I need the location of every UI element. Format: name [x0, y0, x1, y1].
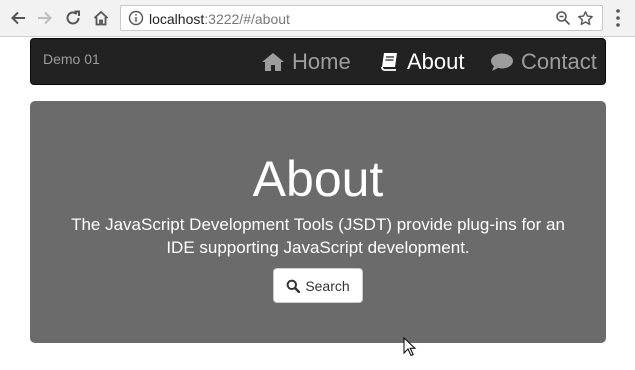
back-arrow-icon[interactable] [6, 6, 30, 30]
browser-toolbar: localhost:3222/#/about [0, 0, 635, 37]
lead-text: The JavaScript Development Tools (JSDT) … [71, 215, 565, 257]
nav-item-label: About [407, 49, 465, 74]
reload-icon[interactable] [61, 6, 85, 30]
nav-item-label: Contact [521, 49, 597, 74]
url-host: localhost [149, 11, 205, 27]
search-button-label: Search [305, 277, 350, 294]
nav-item-home[interactable]: Home [261, 48, 351, 76]
address-bar[interactable]: localhost:3222/#/about [120, 5, 603, 31]
kebab-menu-icon[interactable] [611, 7, 625, 29]
comment-icon [490, 52, 514, 72]
url-text[interactable]: localhost:3222/#/about [149, 11, 290, 27]
url-path: :3222/#/about [204, 11, 290, 27]
forward-arrow-icon[interactable] [33, 6, 57, 30]
mouse-cursor-icon [403, 336, 417, 362]
home-icon[interactable] [89, 6, 113, 30]
navbar-brand[interactable]: Demo 01 [43, 51, 100, 67]
zoom-icon[interactable] [555, 10, 571, 31]
search-icon [286, 279, 301, 293]
home-icon [261, 52, 285, 72]
nav-item-contact[interactable]: Contact [490, 48, 597, 76]
jumbotron: About The JavaScript Development Tools (… [30, 101, 606, 343]
nav-item-about[interactable]: About [380, 48, 465, 76]
search-button[interactable]: Search [273, 268, 363, 303]
page-title: About [252, 151, 384, 207]
nav-item-label: Home [292, 49, 351, 74]
star-icon[interactable] [577, 10, 594, 32]
navbar: Demo 01 Home About Contact [30, 38, 606, 85]
book-icon [380, 52, 400, 72]
info-icon[interactable] [128, 10, 144, 31]
